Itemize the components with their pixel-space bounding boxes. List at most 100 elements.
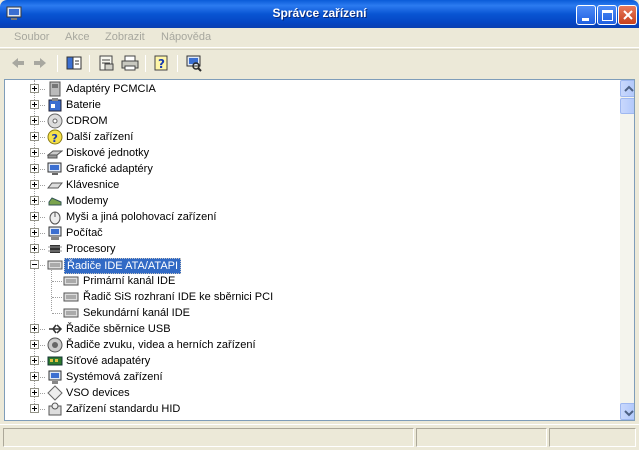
help-icon[interactable]: ? [152,53,172,73]
tree-item-label[interactable]: Řadiče zvuku, videa a herních zařízení [64,338,258,352]
toolbar-separator [57,55,58,72]
tree-item-label[interactable]: Řadiče IDE ATA/ATAPI [64,258,182,274]
expand-toggle[interactable] [30,148,39,157]
menu-view[interactable]: Zobrazit [105,31,145,43]
close-button[interactable] [618,5,637,25]
expand-toggle[interactable] [30,196,39,205]
expand-toggle[interactable] [30,340,39,349]
tree-item-label[interactable]: CDROM [64,114,110,128]
sound-icon [47,337,63,353]
maximize-button[interactable] [597,5,617,25]
tree-item-label[interactable]: Modemy [64,194,110,208]
computer-icon [48,226,62,240]
close-icon [623,10,633,20]
svg-text:?: ? [158,57,165,71]
expand-toggle[interactable] [30,388,39,397]
expand-toggle[interactable] [30,212,39,221]
expand-toggle[interactable] [30,100,39,109]
tree-child-label[interactable]: Řadič SiS rozhraní IDE ke sběrnici PCI [81,290,275,304]
expand-toggle[interactable] [30,164,39,173]
show-hide-console-tree-icon[interactable] [64,53,84,73]
tree-item-label[interactable]: Myši a jiná polohovací zařízení [64,210,218,224]
display-adapter-icon [47,162,62,175]
network-adapter-icon [47,356,63,366]
tree-item-label[interactable]: Počítač [64,226,105,240]
tree-item-label[interactable]: Grafické adaptéry [64,162,155,176]
toolbar-separator [177,55,178,72]
unknown-device-icon: ? [47,129,63,145]
toolbar: ? [0,49,639,76]
pcmcia-icon [49,81,61,97]
collapse-toggle[interactable] [30,260,39,269]
device-tree[interactable]: Adaptéry PCMCIA Baterie CDROM? Další zaříze… [4,79,635,421]
menu-help[interactable]: Nápověda [161,31,211,43]
ide-channel-icon [63,292,79,302]
expand-toggle[interactable] [30,324,39,333]
tree-item-label[interactable]: VSO devices [64,386,132,400]
tree-item-label[interactable]: Síťové adapatéry [64,354,152,368]
ide-channel-icon [63,276,79,286]
scroll-up-button[interactable] [620,80,634,97]
forward-icon[interactable] [30,53,50,73]
tree-item-label[interactable]: Adaptéry PCMCIA [64,82,158,96]
toolbar-separator [145,55,146,72]
menu-file[interactable]: Soubor [14,31,49,43]
tree-child-label[interactable]: Primární kanál IDE [81,274,177,288]
vertical-scrollbar[interactable] [620,80,634,420]
status-cell-tertiary [549,428,636,447]
chevron-down-icon [624,410,634,417]
tree-item-label[interactable]: Zařízení standardu HID [64,402,182,416]
menu-action[interactable]: Akce [65,31,89,43]
tree-item-label[interactable]: Další zařízení [64,130,135,144]
status-cell-main [3,428,414,447]
expand-toggle[interactable] [30,372,39,381]
window-title: Správce zařízení [272,6,367,20]
expand-toggle[interactable] [30,180,39,189]
expand-toggle[interactable] [30,228,39,237]
mouse-icon [49,211,61,225]
vso-device-icon [47,385,63,401]
scan-hardware-icon[interactable] [184,53,204,73]
maximize-icon [602,10,613,21]
tree-item-label[interactable]: Diskové jednotky [64,146,151,160]
tree-item-label[interactable]: Systémová zařízení [64,370,165,384]
tree-connector [52,281,62,282]
expand-toggle[interactable] [30,404,39,413]
expand-toggle[interactable] [30,244,39,253]
tree-item-label[interactable]: Procesory [64,242,118,256]
tree-item-label[interactable]: Řadiče sběrnice USB [64,322,173,336]
processor-icon [48,245,62,253]
usb-icon [49,324,63,334]
tree-item-label[interactable]: Baterie [64,98,103,112]
expand-toggle[interactable] [30,132,39,141]
svg-text:?: ? [52,132,58,145]
toolbar-separator [89,55,90,72]
cdrom-icon [47,113,63,129]
scroll-down-button[interactable] [620,403,634,420]
expand-toggle[interactable] [30,356,39,365]
device-manager-window: Správce zařízení Soubor Akce Zobrazit Ná… [0,0,639,450]
hid-icon [48,402,62,416]
properties-icon[interactable] [96,53,116,73]
minimize-button[interactable] [576,5,596,25]
expand-toggle[interactable] [30,84,39,93]
tree-connector [51,267,52,311]
ide-channel-icon [63,308,79,318]
ide-controller-icon [47,260,63,270]
print-icon[interactable] [120,53,140,73]
keyboard-icon [47,182,63,189]
menu-bar: Soubor Akce Zobrazit Nápověda [0,28,639,48]
battery-icon [48,98,62,112]
title-bar[interactable]: Správce zařízení [0,0,639,28]
scroll-thumb[interactable] [620,98,634,114]
modem-icon [48,197,62,206]
tree-item-label[interactable]: Klávesnice [64,178,121,192]
status-cell-secondary [416,428,547,447]
minimize-icon [582,18,589,21]
tree-connector [52,313,62,314]
chevron-up-icon [624,85,634,92]
expand-toggle[interactable] [30,116,39,125]
back-icon[interactable] [8,53,28,73]
tree-child-label[interactable]: Sekundární kanál IDE [81,306,192,320]
disk-drive-icon [47,150,63,159]
